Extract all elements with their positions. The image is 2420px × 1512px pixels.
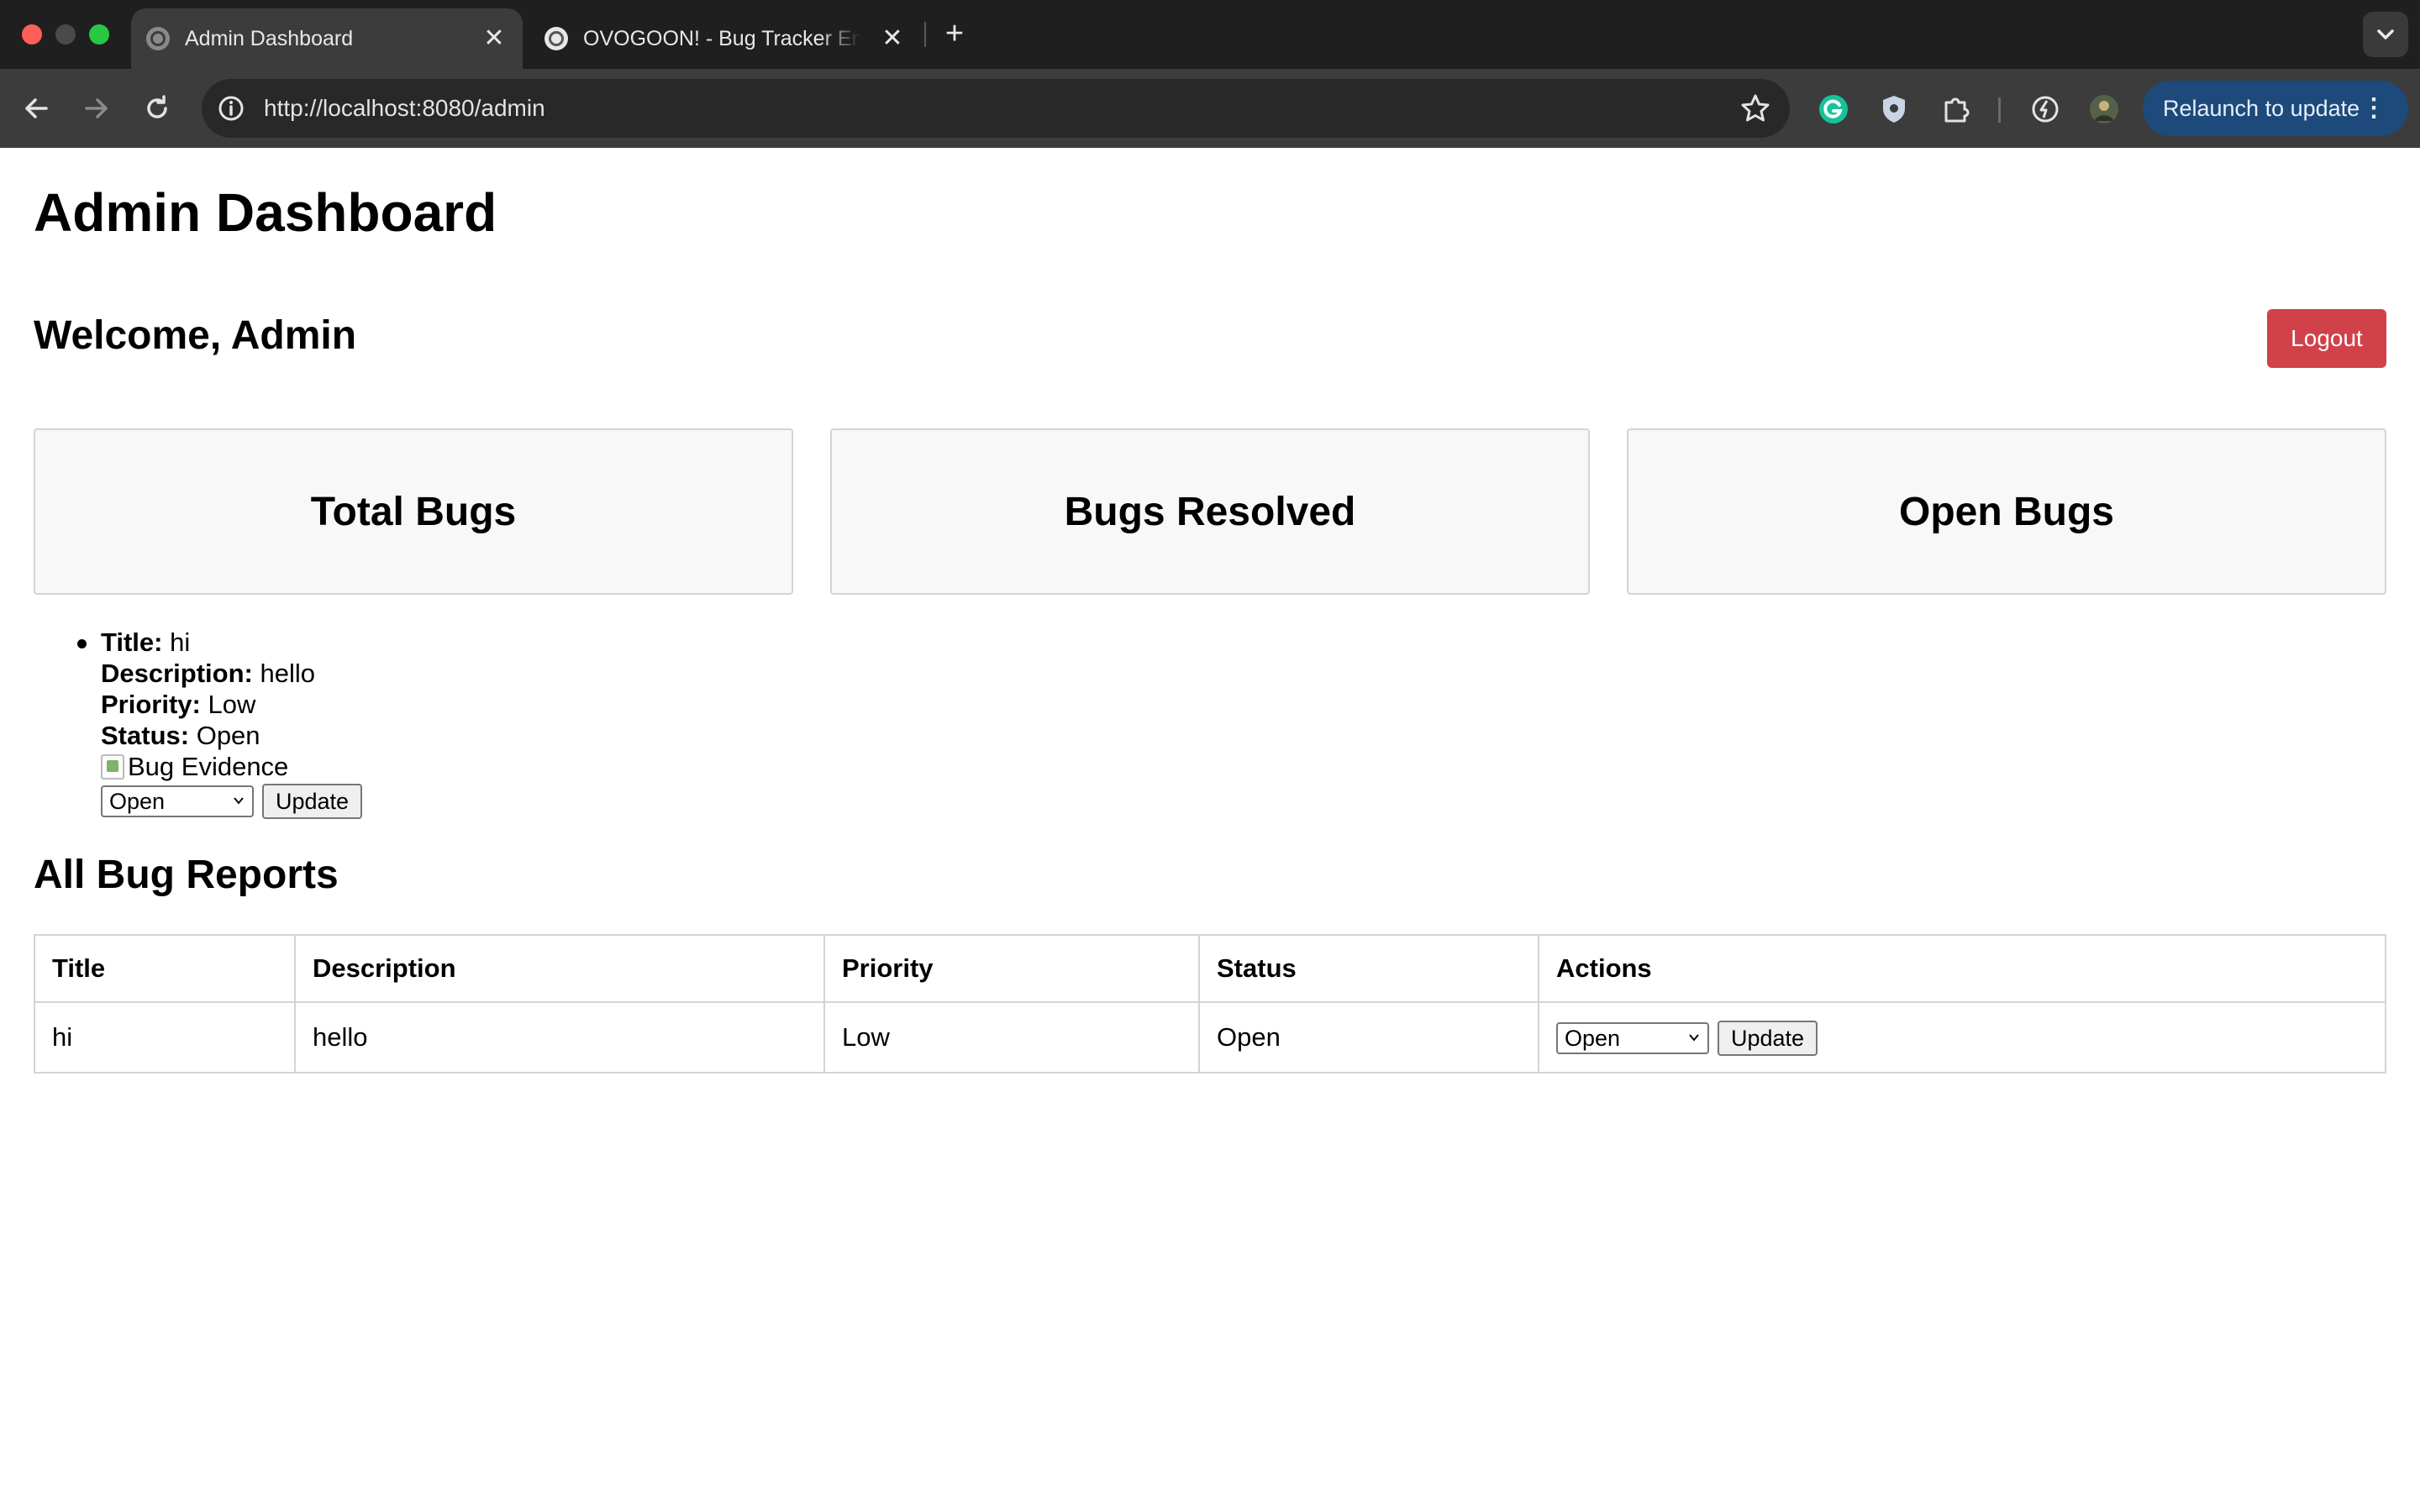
tab-divider xyxy=(924,22,926,47)
tab-title: OVOGOON! - Bug Tracker En xyxy=(583,27,860,50)
bug-evidence-alt: Bug Evidence xyxy=(128,752,289,781)
bug-priority-line: Priority: Low xyxy=(101,689,362,720)
page-title: Admin Dashboard xyxy=(34,182,497,243)
logout-button[interactable]: Logout xyxy=(2267,309,2386,368)
performance-icon[interactable] xyxy=(2028,92,2062,126)
bug-status-controls: Open Update xyxy=(101,784,363,819)
forward-button[interactable] xyxy=(77,89,116,128)
back-button[interactable] xyxy=(17,89,55,128)
tab-close-icon[interactable]: ✕ xyxy=(481,25,508,52)
tab-close-icon[interactable]: ✕ xyxy=(879,25,906,52)
address-bar[interactable]: http://localhost:8080/admin xyxy=(202,79,1790,138)
window-close-button[interactable] xyxy=(22,24,42,45)
status-label: Status: xyxy=(101,721,190,750)
arrow-left-icon xyxy=(25,98,48,118)
relaunch-label: Relaunch to update xyxy=(2163,96,2360,121)
tab-title: Admin Dashboard xyxy=(185,27,354,50)
all-bug-reports-heading: All Bug Reports xyxy=(34,853,339,897)
bug-title-line: Title: hi xyxy=(101,627,362,658)
column-header-description: Description xyxy=(294,934,825,1003)
more-vert-icon: ⋮ xyxy=(2361,94,2386,122)
priority-label: Priority: xyxy=(101,690,201,719)
cell-priority: Low xyxy=(823,1001,1200,1074)
profile-avatar[interactable] xyxy=(2087,92,2121,126)
column-header-actions: Actions xyxy=(1538,934,2386,1003)
cell-actions: Open Update xyxy=(1538,1001,2386,1074)
table-row: hi hello Low Open Open Update xyxy=(34,1001,2386,1074)
column-header-priority: Priority xyxy=(823,934,1200,1003)
openai-logo-icon xyxy=(544,27,568,50)
tab-admin-dashboard[interactable]: Admin Dashboard ✕ xyxy=(131,8,523,69)
window-minimize-button[interactable] xyxy=(55,24,76,45)
card-title: Total Bugs xyxy=(310,489,517,534)
window-maximize-button[interactable] xyxy=(89,24,109,45)
url-text: http://localhost:8080/admin xyxy=(264,95,545,121)
card-open-bugs: Open Bugs xyxy=(1627,428,2386,595)
toolbar-divider xyxy=(1998,97,2001,123)
status-select-value: Open xyxy=(1565,1026,1621,1051)
reload-button[interactable] xyxy=(138,89,176,128)
arrow-right-icon xyxy=(85,98,108,118)
browser-tab-strip: Admin Dashboard ✕ OVOGOON! - Bug Tracker… xyxy=(0,0,2420,69)
status-select[interactable]: Open xyxy=(1556,1022,1709,1054)
browser-toolbar: http://localhost:8080/admin Relaunch to … xyxy=(0,69,2420,148)
grammarly-icon[interactable] xyxy=(1817,92,1850,126)
card-bugs-resolved: Bugs Resolved xyxy=(830,428,1590,595)
relaunch-to-update-button[interactable]: Relaunch to update ⋮ xyxy=(2143,81,2408,136)
cell-title: hi xyxy=(34,1001,296,1074)
globe-icon xyxy=(146,27,170,50)
bug-description-line: Description: hello xyxy=(101,658,362,689)
bug-status: Open xyxy=(196,721,260,750)
puzzle-extension-icon[interactable] xyxy=(1939,92,1973,126)
bug-status-line: Status: Open xyxy=(101,720,362,751)
title-label: Title: xyxy=(101,627,163,657)
bug-list-item: Title: hi Description: hello Priority: L… xyxy=(101,627,363,819)
list-bullet xyxy=(77,639,87,648)
cell-description: hello xyxy=(294,1001,825,1074)
column-header-status: Status xyxy=(1198,934,1539,1003)
bug-evidence-image: Bug Evidence xyxy=(101,751,362,782)
reload-icon xyxy=(147,95,167,118)
bug-title: hi xyxy=(170,627,191,657)
chevron-down-icon xyxy=(2377,29,2394,39)
chevron-down-icon xyxy=(1689,1034,1699,1042)
bookmark-star-icon[interactable] xyxy=(1739,92,1771,124)
bug-reports-table: Title Description Priority Status Action… xyxy=(34,934,2386,1074)
description-label: Description: xyxy=(101,659,253,688)
tab-search-button[interactable] xyxy=(2363,12,2408,57)
tab-bug-tracker[interactable]: OVOGOON! - Bug Tracker En ✕ xyxy=(529,8,921,69)
bug-description: hello xyxy=(260,659,315,688)
card-title: Open Bugs xyxy=(1898,489,2114,534)
new-tab-button[interactable]: + xyxy=(938,15,971,52)
broken-image-icon xyxy=(101,753,124,780)
column-header-title: Title xyxy=(34,934,296,1003)
chevron-down-icon xyxy=(234,797,244,805)
bug-priority: Low xyxy=(208,690,256,719)
card-total-bugs: Total Bugs xyxy=(34,428,793,595)
row-status-controls: Open Update xyxy=(1556,1021,2368,1056)
update-button[interactable]: Update xyxy=(262,784,363,819)
status-select[interactable]: Open xyxy=(101,785,254,817)
card-title: Bugs Resolved xyxy=(1064,489,1356,534)
welcome-heading: Welcome, Admin xyxy=(34,313,357,358)
shield-icon[interactable] xyxy=(1877,92,1911,126)
cell-status: Open xyxy=(1198,1001,1539,1074)
status-select-value: Open xyxy=(109,789,166,814)
table-header-row: Title Description Priority Status Action… xyxy=(34,934,2386,1003)
site-info-icon[interactable] xyxy=(215,92,247,124)
update-button[interactable]: Update xyxy=(1718,1021,1818,1056)
page-content: Admin Dashboard Welcome, Admin Logout To… xyxy=(0,148,2420,1512)
